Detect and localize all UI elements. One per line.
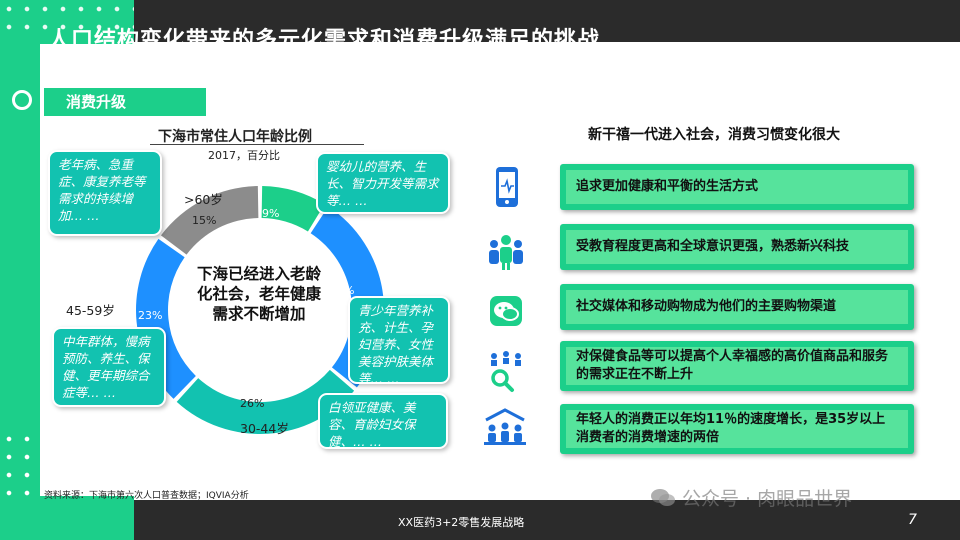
page-number: 7 — [908, 512, 917, 528]
slice-label-9: 9% — [262, 207, 280, 220]
slice-label-15: 15% — [192, 214, 217, 227]
chat-bubble-icon — [488, 294, 524, 330]
bubble-infant-needs: 婴幼儿的营养、生长、智力开发等需求等… … — [316, 152, 450, 214]
slice-label-26: 26% — [240, 397, 265, 410]
card-healthy-lifestyle: 追求更加健康和平衡的生活方式 — [560, 164, 914, 210]
donut-center-text: 下海已经进入老龄化社会，老年健康需求不断增加 — [196, 265, 321, 323]
card-health-products: 对保健食品等可以提高个人幸福感的高价值商品和服务的需求正在不断上升 — [560, 341, 914, 391]
footer-title: XX医药3+2零售发展战略 — [398, 516, 525, 529]
chart-title-divider — [150, 144, 364, 145]
card-text: 年轻人的消费正以年均11％的速度增长，是35岁以上消费者的消费增速的两倍 — [566, 410, 908, 448]
wechat-icon — [651, 488, 675, 506]
card-text: 追求更加健康和平衡的生活方式 — [566, 170, 908, 204]
bubble-white-collar-needs: 白领亚健康、美容、育龄妇女保健、… … — [318, 393, 448, 449]
watermark-text: 公众号 · 肉眼品世界 — [682, 488, 853, 510]
age-label-45-59: 45-59岁 — [66, 303, 115, 318]
people-group-icon — [486, 232, 523, 270]
chart-subtitle: 2017，百分比 — [208, 149, 280, 162]
phone-heart-icon — [490, 166, 526, 207]
right-panel-heading: 新干禧一代进入社会，消费习惯变化很大 — [588, 127, 840, 143]
card-social-media: 社交媒体和移动购物成为他们的主要购物渠道 — [560, 284, 914, 330]
age-label-60plus: >60岁 — [184, 192, 223, 207]
watermark: 公众号 · 肉眼品世界 — [650, 484, 852, 511]
chart-title: 下海市常住人口年龄比例 — [158, 129, 312, 145]
bubble-youth-needs: 青少年营养补充、计生、孕妇营养、女性美容护肤美体等… … — [348, 296, 450, 386]
footer-green-block — [0, 500, 134, 540]
circle-marker-icon — [12, 90, 32, 110]
card-text: 社交媒体和移动购物成为他们的主要购物渠道 — [566, 290, 908, 324]
section-tag: 消费升级 — [44, 88, 206, 116]
bubble-elderly-needs: 老年病、急重症、康复养老等需求的持续增加… … — [48, 150, 162, 236]
card-text: 对保健食品等可以提高个人幸福感的高价值商品和服务的需求正在不断上升 — [566, 347, 908, 385]
audience-icon — [482, 408, 526, 445]
magnifier-people-icon — [484, 350, 521, 392]
slice-label-27: 27% — [330, 284, 355, 297]
card-education: 受教育程度更高和全球意识更强，熟悉新兴科技 — [560, 224, 914, 270]
slide-title: 人口结构变化带来的多元化需求和消费升级满足的挑战 — [48, 28, 601, 48]
age-label-30-44: 30-44岁 — [240, 421, 289, 436]
card-youth-spending-growth: 年轻人的消费正以年均11％的速度增长，是35岁以上消费者的消费增速的两倍 — [560, 404, 914, 454]
bubble-middle-age-needs: 中年群体，慢病预防、养生、保健、更年期综合症等… … — [52, 327, 166, 407]
card-text: 受教育程度更高和全球意识更强，熟悉新兴科技 — [566, 230, 908, 264]
slice-label-23: 23% — [138, 309, 163, 322]
